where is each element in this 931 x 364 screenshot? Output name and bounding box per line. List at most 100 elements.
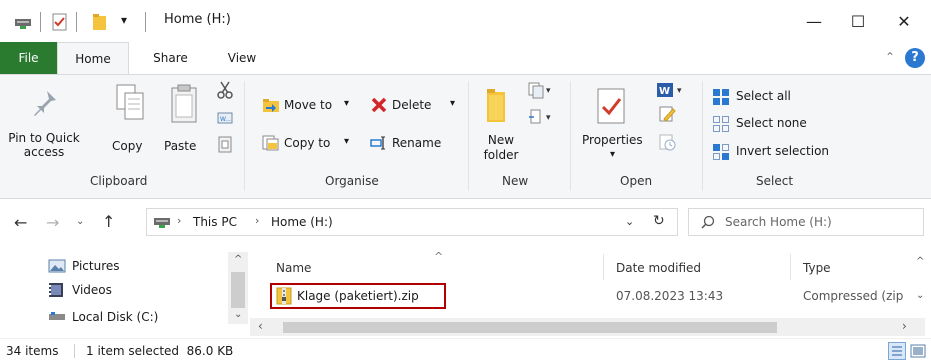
new-folder-label-line1: New — [487, 133, 515, 147]
sort-ascending-icon: ^ — [434, 250, 444, 263]
nav-scroll-up-icon[interactable]: ^ — [234, 254, 242, 265]
file-date-modified: 07.08.2023 13:43 — [616, 289, 724, 303]
select-all-button[interactable]: Select all — [712, 87, 832, 107]
properties-dropdown-icon: ▾ — [610, 149, 616, 160]
delete-dropdown-icon: ▾ — [450, 98, 456, 109]
file-name[interactable]: Klage (paketiert).zip — [297, 289, 419, 303]
svg-text:▾: ▾ — [677, 86, 682, 96]
open-with-word-icon[interactable]: W ▾ — [656, 81, 686, 102]
move-to-icon — [262, 97, 280, 116]
nav-item-pictures[interactable]: Pictures — [48, 256, 228, 276]
select-none-button[interactable]: Select none — [712, 114, 832, 134]
help-icon[interactable]: ? — [905, 48, 925, 68]
move-to-dropdown-icon: ▾ — [344, 98, 350, 109]
new-item-icon[interactable]: ▾ — [527, 81, 553, 102]
tab-share[interactable]: Share — [133, 42, 208, 74]
ribbon-collapse-icon[interactable]: ⌃ — [885, 50, 895, 64]
easy-access-icon[interactable]: ▾ — [527, 108, 553, 129]
new-group-label: New — [502, 174, 529, 188]
new-folder-icon — [486, 87, 508, 128]
tab-home[interactable]: Home — [57, 42, 129, 74]
up-button[interactable]: ↑ — [102, 212, 115, 231]
details-view-icon[interactable] — [888, 342, 906, 360]
tab-view[interactable]: View — [212, 42, 272, 74]
paste-icon — [170, 83, 200, 128]
select-group-label: Select — [756, 174, 794, 188]
cut-icon[interactable] — [217, 81, 233, 102]
move-to-label: Move to — [284, 98, 333, 112]
paste-shortcut-icon[interactable] — [218, 135, 232, 156]
close-button[interactable]: ✕ — [880, 0, 928, 42]
organise-group-label: Organise — [325, 174, 379, 188]
nav-item-videos[interactable]: Videos — [48, 280, 228, 300]
back-button[interactable]: ← — [14, 213, 27, 232]
clipboard-group-label: Clipboard — [90, 174, 148, 188]
history-icon[interactable] — [658, 133, 676, 154]
videos-icon — [48, 282, 64, 301]
breadcrumb-chevron-icon[interactable]: › — [177, 214, 181, 227]
copy-to-icon — [262, 135, 280, 154]
table-row[interactable]: Klage (paketiert).zip 07.08.2023 13:43 C… — [258, 283, 923, 309]
properties-label: Properties — [582, 133, 643, 147]
search-box[interactable]: Search Home (H:) — [688, 208, 924, 236]
column-header-date-modified[interactable]: Date modified — [616, 261, 701, 275]
properties-button[interactable]: Properties ▾ — [578, 83, 648, 167]
move-to-button[interactable]: Move to ▾ — [262, 95, 356, 117]
svg-text:▾: ▾ — [546, 113, 551, 123]
breadcrumb-separator-icon[interactable]: › — [255, 214, 259, 227]
new-folder-button[interactable]: New folder — [476, 83, 526, 167]
new-folder-quick-access-icon[interactable] — [92, 13, 108, 31]
drive-icon — [14, 16, 32, 33]
copy-to-dropdown-icon: ▾ — [344, 136, 350, 147]
nav-scroll-thumb[interactable] — [231, 272, 245, 308]
customize-quick-access-icon[interactable]: ▾ — [121, 13, 127, 27]
edit-icon[interactable] — [658, 105, 676, 126]
invert-selection-button[interactable]: Invert selection — [712, 142, 852, 162]
rename-button[interactable]: Rename — [370, 133, 462, 155]
paste-button[interactable]: Paste — [160, 83, 210, 153]
column-header-type[interactable]: Type — [803, 261, 831, 275]
ribbon-tabs: File Home Share View ⌃ ? — [0, 42, 931, 75]
search-icon — [701, 215, 715, 232]
large-icons-view-icon[interactable] — [910, 343, 926, 362]
delete-button[interactable]: Delete ▾ — [370, 95, 462, 117]
horizontal-scroll-thumb[interactable] — [283, 322, 777, 333]
open-group-label: Open — [620, 174, 653, 188]
nav-item-local-disk[interactable]: Local Disk (C:) — [48, 304, 228, 324]
pin-label-line1: Pin to Quick — [8, 131, 80, 145]
local-disk-icon — [48, 311, 66, 324]
nav-item-label: Local Disk (C:) — [72, 310, 159, 324]
nav-scrollbar[interactable]: ^ ⌄ — [228, 252, 248, 324]
properties-quick-access-icon[interactable] — [52, 13, 68, 31]
nav-item-label: Videos — [72, 283, 112, 297]
copy-to-button[interactable]: Copy to ▾ — [262, 133, 356, 155]
copy-path-icon[interactable]: W... — [217, 111, 233, 128]
address-dropdown-icon[interactable]: ⌄ — [625, 215, 634, 228]
nav-scroll-down-icon[interactable]: ⌄ — [234, 309, 242, 320]
list-scroll-up-icon[interactable]: ^ — [916, 256, 924, 267]
pictures-icon — [48, 259, 66, 276]
copy-to-label: Copy to — [284, 136, 331, 150]
address-bar[interactable]: › This PC › Home (H:) ⌄ ↻ — [146, 208, 678, 236]
minimize-button[interactable]: — — [790, 0, 838, 42]
address-drive-icon — [153, 215, 171, 232]
pin-to-quick-access-button[interactable]: Pin to Quick access — [4, 89, 84, 159]
scroll-left-icon[interactable]: ‹ — [258, 319, 263, 333]
breadcrumb-this-pc[interactable]: This PC — [193, 215, 237, 229]
rename-icon — [370, 136, 388, 153]
maximize-button[interactable]: ☐ — [834, 0, 882, 42]
forward-button[interactable]: → — [46, 213, 59, 232]
status-selection: 1 item selected 86.0 KB — [86, 344, 234, 358]
list-scroll-down-icon[interactable]: ⌄ — [916, 290, 924, 301]
select-none-label: Select none — [736, 116, 807, 130]
new-folder-label-line2: folder — [483, 148, 519, 162]
copy-button[interactable]: Copy — [108, 83, 152, 153]
tab-file[interactable]: File — [0, 42, 57, 74]
column-header-name[interactable]: Name — [276, 261, 311, 275]
scroll-right-icon[interactable]: › — [902, 319, 907, 333]
recent-locations-icon[interactable]: ⌄ — [76, 216, 84, 227]
refresh-icon[interactable]: ↻ — [653, 213, 665, 229]
pin-icon — [32, 89, 58, 122]
copy-icon — [114, 83, 146, 126]
breadcrumb-current[interactable]: Home (H:) — [271, 215, 333, 229]
